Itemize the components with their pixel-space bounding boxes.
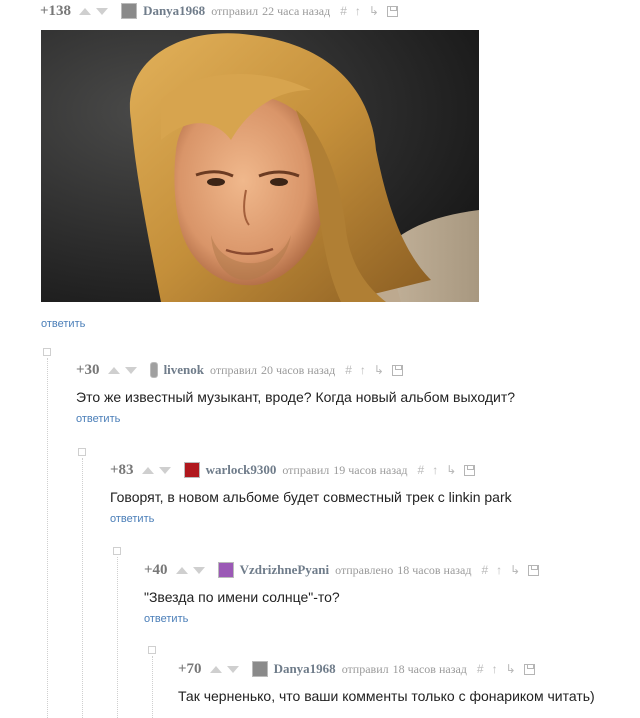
comment-5: +70 Danya1968 отправил 18 часов назад # … <box>178 660 640 705</box>
save-icon[interactable] <box>528 564 540 576</box>
thread-branch-icon[interactable]: ↳ <box>369 4 379 18</box>
rating: +70 <box>178 660 202 677</box>
action-text: отправлено <box>335 562 394 577</box>
comment-header: +40 VzdrizhnePyani отправлено 18 часов н… <box>144 561 640 579</box>
hash-link-icon[interactable]: # <box>340 4 347 18</box>
save-icon[interactable] <box>386 5 398 17</box>
comment-tools: # ↑ ↳ <box>345 363 403 377</box>
timestamp: 18 часов назад <box>397 562 472 577</box>
avatar[interactable] <box>183 462 200 478</box>
rating: +40 <box>144 561 168 578</box>
parent-arrow-icon[interactable]: ↑ <box>355 4 361 18</box>
parent-arrow-icon[interactable]: ↑ <box>492 662 498 676</box>
hash-link-icon[interactable]: # <box>345 363 352 377</box>
action-text: отправил <box>210 362 257 377</box>
rating: +138 <box>40 2 72 19</box>
comment-tools: # ↑ ↳ <box>418 463 476 477</box>
avatar[interactable] <box>121 3 138 19</box>
comment-tools: # ↑ ↳ <box>481 563 540 577</box>
parent-arrow-icon[interactable]: ↑ <box>496 563 502 577</box>
thread-branch-icon[interactable]: ↳ <box>446 463 456 477</box>
timestamp: 18 часов назад <box>392 661 467 676</box>
comment-text: Говорят, в новом альбоме будет совместны… <box>110 489 512 505</box>
comment-1: +138 Danya1968 отправил 22 часа назад # … <box>40 2 640 20</box>
comment-4: +40 VzdrizhnePyani отправлено 18 часов н… <box>144 561 640 627</box>
thread-line <box>152 656 153 718</box>
comment-header: +83 warlock9300 отправил 19 часов назад … <box>110 461 640 479</box>
collapse-thread-icon[interactable] <box>78 448 86 456</box>
collapse-thread-icon[interactable] <box>113 547 121 555</box>
upvote-arrow-icon[interactable] <box>141 466 154 474</box>
vote-controls <box>209 665 244 673</box>
upvote-arrow-icon[interactable] <box>209 665 222 673</box>
comment-thread: +138 Danya1968 отправил 22 часа назад # … <box>0 0 640 718</box>
downvote-arrow-icon[interactable] <box>192 566 205 574</box>
username[interactable]: Danya1968 <box>143 3 205 19</box>
save-icon[interactable] <box>464 464 476 476</box>
action-text: отправил <box>341 661 389 676</box>
action-text: отправил <box>282 462 330 477</box>
thread-branch-icon[interactable]: ↳ <box>374 363 384 377</box>
comment-3: +83 warlock9300 отправил 19 часов назад … <box>110 461 640 527</box>
username[interactable]: Danya1968 <box>274 661 336 677</box>
username[interactable]: livenok <box>164 362 204 378</box>
portrait-image <box>41 30 479 302</box>
thread-line <box>47 358 48 718</box>
downvote-arrow-icon[interactable] <box>226 665 239 673</box>
comment-text: "Звезда по имени солнце"-то? <box>144 589 340 605</box>
thread-branch-icon[interactable]: ↳ <box>506 662 516 676</box>
vote-controls <box>141 466 176 474</box>
comment-text: Так черненько, что ваши комменты только … <box>178 688 595 704</box>
comment-photo[interactable] <box>41 30 479 302</box>
comment-tools: # ↑ ↳ <box>340 4 398 18</box>
hash-link-icon[interactable]: # <box>418 463 425 477</box>
comment-header: +70 Danya1968 отправил 18 часов назад # … <box>178 660 640 678</box>
vote-controls <box>107 366 142 374</box>
downvote-arrow-icon[interactable] <box>124 366 137 374</box>
hash-link-icon[interactable]: # <box>477 662 484 676</box>
thread-line <box>117 557 118 718</box>
avatar[interactable] <box>149 362 158 378</box>
reply-link[interactable]: ответить <box>76 413 120 425</box>
timestamp: 20 часов назад <box>260 362 336 377</box>
collapse-thread-icon[interactable] <box>43 348 51 356</box>
avatar[interactable] <box>251 661 268 677</box>
parent-arrow-icon[interactable]: ↑ <box>432 463 438 477</box>
comment-header: +30 livenok отправил 20 часов назад # ↑ … <box>76 361 640 379</box>
reply-link[interactable]: ответить <box>110 513 154 525</box>
upvote-arrow-icon[interactable] <box>175 566 188 574</box>
vote-controls <box>79 7 113 15</box>
username[interactable]: VzdrizhnePyani <box>240 562 330 578</box>
collapse-thread-icon[interactable] <box>148 646 156 654</box>
thread-line <box>82 458 83 718</box>
timestamp: 19 часов назад <box>333 462 408 477</box>
vote-controls <box>175 566 210 574</box>
comment-2: +30 livenok отправил 20 часов назад # ↑ … <box>76 361 640 427</box>
action-text: отправил <box>211 3 259 18</box>
rating: +30 <box>76 361 100 378</box>
avatar[interactable] <box>217 562 234 578</box>
thread-branch-icon[interactable]: ↳ <box>510 563 520 577</box>
save-icon[interactable] <box>523 663 535 675</box>
save-icon[interactable] <box>391 364 403 376</box>
upvote-arrow-icon[interactable] <box>107 366 120 374</box>
timestamp: 22 часа назад <box>262 3 331 18</box>
downvote-arrow-icon[interactable] <box>96 7 109 15</box>
hash-link-icon[interactable]: # <box>481 563 488 577</box>
comment-text: Это же известный музыкант, вроде? Когда … <box>76 389 516 405</box>
parent-arrow-icon[interactable]: ↑ <box>360 363 366 377</box>
reply-link[interactable]: ответить <box>144 613 188 625</box>
upvote-arrow-icon[interactable] <box>79 7 92 15</box>
username[interactable]: warlock9300 <box>206 462 277 478</box>
rating: +83 <box>110 461 134 478</box>
comment-tools: # ↑ ↳ <box>477 662 535 676</box>
comment-header: +138 Danya1968 отправил 22 часа назад # … <box>40 2 640 20</box>
downvote-arrow-icon[interactable] <box>158 466 171 474</box>
reply-link[interactable]: ответить <box>41 318 85 330</box>
